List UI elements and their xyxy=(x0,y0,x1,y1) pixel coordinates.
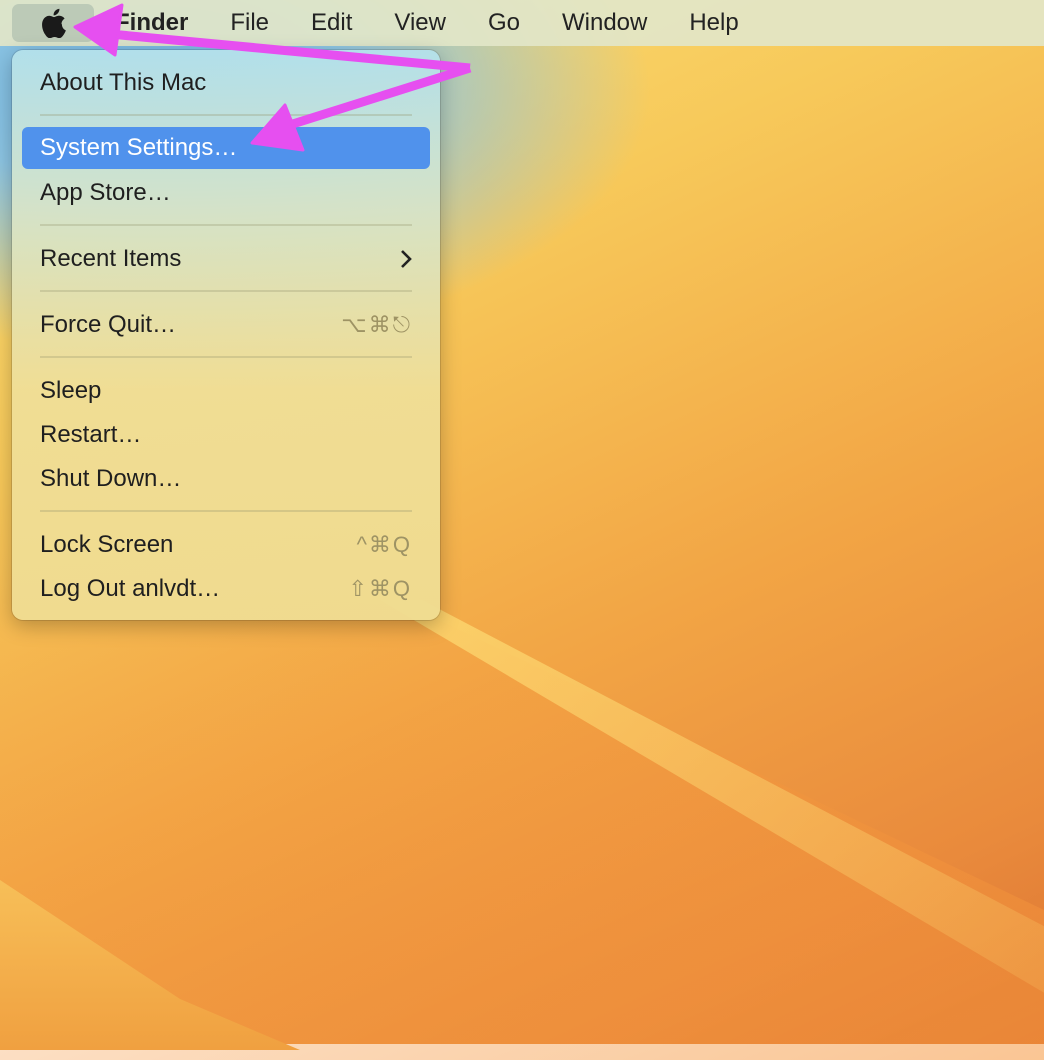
label: Restart… xyxy=(40,421,141,449)
shortcut: ⌥⌘⎋ xyxy=(341,312,412,338)
separator xyxy=(40,224,412,226)
menu-item-sleep[interactable]: Sleep xyxy=(22,370,430,412)
label: Force Quit… xyxy=(40,311,176,339)
arrowhead-icon xyxy=(252,105,303,150)
menu-item-recent-items[interactable]: Recent Items xyxy=(22,238,430,280)
shortcut: ⇧⌘Q xyxy=(348,576,412,602)
arrowhead-icon xyxy=(75,5,122,55)
menu-item-log-out[interactable]: Log Out anlvdt… ⇧⌘Q xyxy=(22,568,430,610)
menu-item-restart[interactable]: Restart… xyxy=(22,414,430,456)
shortcut: ^⌘Q xyxy=(357,532,412,558)
label: Sleep xyxy=(40,377,101,405)
separator xyxy=(40,290,412,292)
label: Log Out anlvdt… xyxy=(40,575,220,603)
menu-item-shut-down[interactable]: Shut Down… xyxy=(22,458,430,500)
menu-item-force-quit[interactable]: Force Quit… ⌥⌘⎋ xyxy=(22,304,430,346)
menu-item-lock-screen[interactable]: Lock Screen ^⌘Q xyxy=(22,524,430,566)
label: Lock Screen xyxy=(40,531,173,559)
annotation-arrows xyxy=(0,0,1044,200)
label: Recent Items xyxy=(40,245,181,273)
label: Shut Down… xyxy=(40,465,181,493)
separator xyxy=(40,510,412,512)
chevron-right-icon xyxy=(400,249,412,269)
separator xyxy=(40,356,412,358)
